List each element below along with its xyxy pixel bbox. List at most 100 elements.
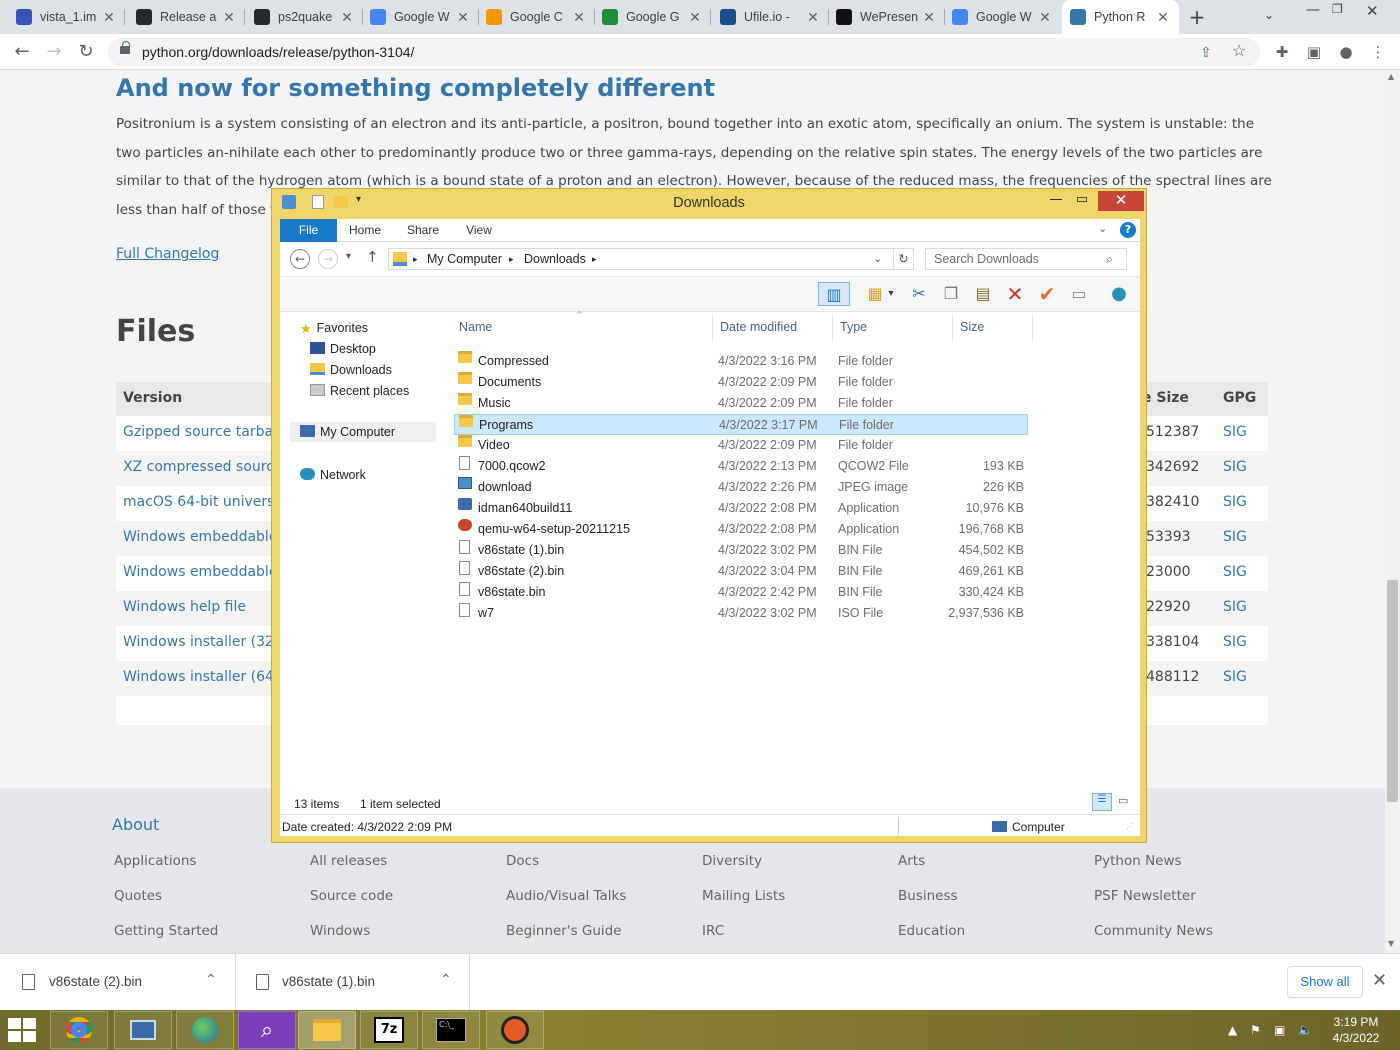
file-row[interactable]: v86state (1).bin 4/3/2022 3:02 PM BIN File… <box>454 540 1028 561</box>
nav-my-computer[interactable]: My Computer <box>290 422 436 442</box>
footer-link[interactable]: IRC <box>702 923 724 939</box>
ribbon-expand-chevron-icon[interactable]: ⌄ <box>1098 222 1107 235</box>
show-all-downloads-button[interactable]: Show all <box>1287 966 1363 998</box>
version-link[interactable]: Gzipped source tarball <box>123 424 281 440</box>
browser-menu-icon[interactable]: ⋮ <box>1368 42 1388 62</box>
close-downloads-shelf-icon[interactable]: ✕ <box>1372 970 1387 991</box>
reload-button[interactable]: ↻ <box>74 40 98 64</box>
column-separator[interactable] <box>952 314 953 342</box>
footer-link[interactable]: Windows <box>310 923 370 939</box>
taskbar-cmd-button[interactable]: C:\_ <box>422 1011 480 1049</box>
page-scrollbar[interactable]: ▲ ▼ <box>1385 70 1400 953</box>
footer-link[interactable]: Arts <box>898 853 925 869</box>
tab-search-icon[interactable]: ⌄ <box>1264 8 1274 22</box>
tab-close-icon[interactable]: ✕ <box>455 9 471 26</box>
tab-close-icon[interactable]: ✕ <box>1037 9 1053 26</box>
breadcrumb-downloads[interactable]: Downloads <box>524 249 586 269</box>
ribbon-tab-share[interactable]: Share <box>398 219 448 242</box>
footer-link[interactable]: Beginner's Guide <box>506 923 622 939</box>
tab-close-icon[interactable]: ✕ <box>921 9 937 26</box>
window-restore-button[interactable]: ❐ <box>1332 2 1343 16</box>
file-row[interactable]: v86state.bin 4/3/2022 2:42 PM BIN File 330,… <box>454 582 1028 603</box>
tray-overflow-icon[interactable]: ▲ <box>1228 1023 1237 1037</box>
rename-check-icon[interactable]: ✔ <box>1034 282 1060 306</box>
scroll-up-arrow-icon[interactable]: ▲ <box>1388 72 1394 81</box>
file-row[interactable]: 7000.qcow2 4/3/2022 2:13 PM QCOW2 File 193 … <box>454 456 1028 477</box>
bookmark-star-icon[interactable]: ☆ <box>1232 38 1246 66</box>
gpg-sig-link[interactable]: SIG <box>1223 599 1247 615</box>
file-explorer-window[interactable]: ▾ Downloads — ▭ ✕ File Home Share View ⌄… <box>271 188 1147 843</box>
preview-pane-icon[interactable]: ▥ <box>818 282 850 306</box>
breadcrumb-my-computer[interactable]: My Computer <box>427 249 502 269</box>
column-separator[interactable] <box>832 314 833 342</box>
size-column-header[interactable]: Size <box>960 320 984 334</box>
back-button[interactable]: ← <box>10 40 34 64</box>
type-column-header[interactable]: Type <box>840 320 867 334</box>
paste-icon[interactable]: ▤ <box>970 282 996 306</box>
file-row[interactable]: qemu-w64-setup-20211215 4/3/2022 2:08 PM A… <box>454 519 1028 540</box>
details-view-icon[interactable]: ☰ <box>1092 793 1112 811</box>
explorer-close-button[interactable]: ✕ <box>1098 191 1144 211</box>
file-row[interactable]: idman640build11 4/3/2022 2:08 PM Applicati… <box>454 498 1028 519</box>
tab-close-icon[interactable]: ✕ <box>687 9 703 26</box>
column-separator[interactable] <box>1032 314 1033 342</box>
nav-downloads[interactable]: Downloads <box>310 360 392 380</box>
browser-tab[interactable]: Google W ✕ <box>944 0 1061 34</box>
profile-avatar-icon[interactable]: ● <box>1336 42 1356 62</box>
explorer-address-box[interactable]: ▸ My Computer ▸ Downloads ▸ ⌄ ↻ <box>388 248 914 270</box>
scrollbar-thumb[interactable] <box>1387 580 1398 802</box>
footer-link[interactable]: Audio/Visual Talks <box>506 888 626 904</box>
version-link[interactable]: Windows help file <box>123 599 246 615</box>
footer-link[interactable]: Mailing Lists <box>702 888 785 904</box>
explorer-maximize-button[interactable]: ▭ <box>1068 191 1096 211</box>
gpg-sig-link[interactable]: SIG <box>1223 564 1247 580</box>
ribbon-tab-file[interactable]: File <box>280 219 337 242</box>
action-center-flag-icon[interactable]: ⚑ <box>1250 1023 1261 1037</box>
footer-link[interactable]: Diversity <box>702 853 762 869</box>
network-globe-icon[interactable]: ● <box>1106 282 1132 306</box>
cut-icon[interactable]: ✂ <box>906 282 932 306</box>
taskbar-chrome-button[interactable] <box>50 1011 108 1049</box>
taskbar-network-button[interactable] <box>176 1011 234 1049</box>
new-tab-button[interactable]: + <box>1186 6 1208 28</box>
explorer-title-bar[interactable]: ▾ Downloads — ▭ ✕ <box>272 189 1146 217</box>
taskbar-computer-button[interactable] <box>114 1011 172 1049</box>
footer-link[interactable]: Source code <box>310 888 393 904</box>
browser-tab[interactable]: vista_1.im ✕ <box>8 0 125 34</box>
nav-network[interactable]: Network <box>300 465 366 485</box>
copy-icon[interactable]: ❐ <box>938 282 964 306</box>
window-close-button[interactable]: ✕ <box>1366 2 1379 20</box>
footer-link[interactable]: PSF Newsletter <box>1094 888 1196 904</box>
taskbar-clock[interactable]: 3:19 PM 4/3/2022 <box>1316 1014 1396 1046</box>
file-row[interactable]: download 4/3/2022 2:26 PM JPEG image 226 KB <box>454 477 1028 498</box>
footer-link[interactable]: All releases <box>310 853 387 869</box>
version-link[interactable]: XZ compressed source t <box>123 459 292 475</box>
taskbar-7zip-button[interactable]: 7z <box>360 1011 418 1049</box>
start-button[interactable] <box>8 1018 38 1042</box>
tab-close-icon[interactable]: ✕ <box>221 9 237 26</box>
refresh-icon[interactable]: ↻ <box>893 249 913 269</box>
tab-close-icon[interactable]: ✕ <box>101 9 117 26</box>
up-one-level-button[interactable]: ↑ <box>366 248 379 266</box>
browser-tab[interactable]: Ufile.io - ✕ <box>712 0 829 34</box>
browser-tab[interactable]: Python R ✕ <box>1062 0 1179 34</box>
share-icon[interactable]: ⇪ <box>1200 38 1212 66</box>
gpg-sig-link[interactable]: SIG <box>1223 424 1247 440</box>
file-row[interactable]: Compressed 4/3/2022 3:16 PM File folder <box>454 351 1028 372</box>
network-status-icon[interactable]: ▣ <box>1274 1023 1285 1037</box>
version-link[interactable]: Windows installer (32-bi <box>123 634 292 650</box>
chevron-up-icon[interactable]: ⌃ <box>205 971 217 988</box>
browser-tab[interactable]: ps2quake ✕ <box>246 0 363 34</box>
date-column-header[interactable]: Date modified <box>720 320 797 334</box>
scroll-down-arrow-icon[interactable]: ▼ <box>1388 939 1394 948</box>
taskbar-qemu-button[interactable] <box>486 1011 544 1049</box>
footer-link[interactable]: Getting Started <box>114 923 218 939</box>
file-row[interactable]: w7 4/3/2022 3:02 PM ISO File 2,937,536 KB <box>454 603 1028 624</box>
ribbon-tab-view[interactable]: View <box>454 219 504 242</box>
column-separator[interactable] <box>712 314 713 342</box>
gpg-sig-link[interactable]: SIG <box>1223 529 1247 545</box>
browser-tab[interactable]: Google C ✕ <box>478 0 595 34</box>
ribbon-tab-home[interactable]: Home <box>340 219 390 242</box>
footer-link[interactable]: Quotes <box>114 888 162 904</box>
extensions-icon[interactable]: ✚ <box>1272 42 1292 62</box>
